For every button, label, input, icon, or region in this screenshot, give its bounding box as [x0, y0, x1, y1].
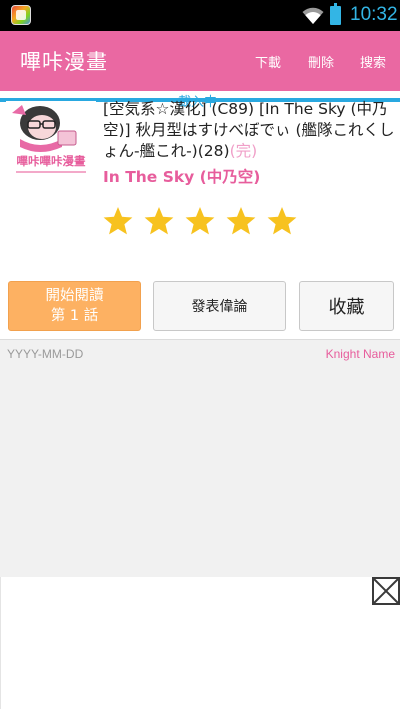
- post-comment-button[interactable]: 發表偉論: [153, 281, 286, 331]
- download-button[interactable]: 下載: [255, 52, 281, 71]
- status-bar: 10:32: [0, 0, 400, 31]
- comment-date: YYYY-MM-DD: [7, 347, 84, 361]
- app-title: 嗶咔漫畫: [20, 50, 108, 74]
- star-icon[interactable]: [225, 205, 257, 237]
- rating-stars[interactable]: [102, 205, 302, 241]
- favorite-button[interactable]: 收藏: [299, 281, 394, 331]
- battery-icon: [330, 3, 341, 25]
- post-comment-label: 發表偉論: [191, 299, 248, 315]
- star-icon[interactable]: [184, 205, 216, 237]
- comic-title: [空気系☆漢化] (C89) [In The Sky (中乃空)] 秋月型はすけ…: [103, 99, 395, 162]
- comments-list[interactable]: [0, 340, 400, 577]
- action-bar: 嗶咔漫畫 下載 刪除 搜索: [0, 31, 400, 91]
- start-reading-button[interactable]: 開始閱讀 第 1 話: [8, 281, 141, 331]
- ad-banner[interactable]: [0, 577, 400, 709]
- clock: 10:32: [350, 4, 398, 25]
- wifi-icon: [302, 7, 324, 24]
- star-icon[interactable]: [266, 205, 298, 237]
- comment-author-name: Knight Name: [325, 347, 395, 361]
- comic-cover-image[interactable]: 嗶咔嗶咔漫畫: [6, 101, 96, 181]
- delete-button[interactable]: 刪除: [308, 52, 334, 71]
- start-reading-label: 開始閱讀: [45, 288, 104, 304]
- comic-author[interactable]: In The Sky (中乃空): [103, 165, 260, 187]
- close-box-icon[interactable]: [372, 577, 400, 605]
- search-button[interactable]: 搜索: [360, 52, 386, 71]
- comic-status: (完): [229, 142, 258, 160]
- start-reading-chapter: 第 1 話: [50, 308, 99, 324]
- cover-logo-text: 嗶咔嗶咔漫畫: [17, 154, 86, 168]
- star-icon[interactable]: [143, 205, 175, 237]
- star-icon[interactable]: [102, 205, 134, 237]
- favorite-label: 收藏: [328, 297, 365, 318]
- app-notification-icon: [11, 5, 31, 25]
